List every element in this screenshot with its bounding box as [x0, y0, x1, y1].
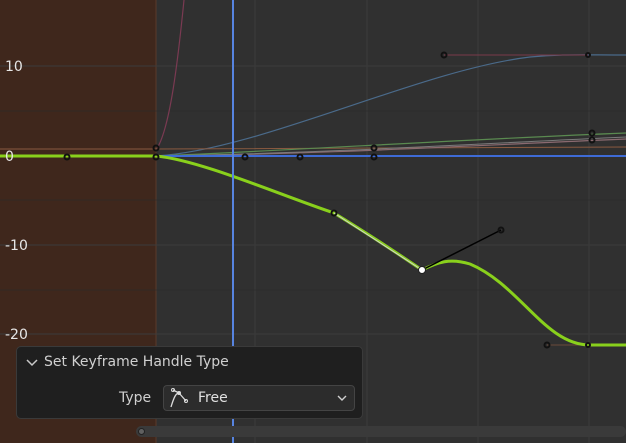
y-axis-label: 0 [5, 149, 14, 165]
redo-panel: Set Keyframe Handle Type Type Free [16, 346, 363, 419]
type-dropdown[interactable]: Free [163, 385, 355, 411]
type-label: Type [119, 390, 152, 406]
y-axis-label: 10 [5, 59, 23, 75]
horizontal-scrollbar[interactable] [136, 426, 626, 437]
graph-editor[interactable]: 10 0 -10 -20 Set Keyframe Handle Type Ty… [0, 0, 626, 443]
y-axis-label: -10 [5, 238, 28, 254]
panel-title: Set Keyframe Handle Type [44, 354, 229, 370]
keyframe-point[interactable] [588, 129, 596, 137]
handle-line-right [421, 229, 502, 271]
scrollbar-handle[interactable] [138, 428, 145, 435]
handle-line-left [333, 212, 423, 271]
type-value: Free [198, 390, 228, 406]
panel-header[interactable]: Set Keyframe Handle Type [24, 353, 229, 371]
chevron-down-icon [337, 395, 347, 401]
chevron-down-icon[interactable] [24, 354, 40, 370]
handle-free-icon [170, 388, 188, 408]
selected-keyframe[interactable] [418, 266, 426, 274]
y-axis-label: -20 [5, 327, 28, 343]
curve-red-steep[interactable] [155, 0, 185, 151]
